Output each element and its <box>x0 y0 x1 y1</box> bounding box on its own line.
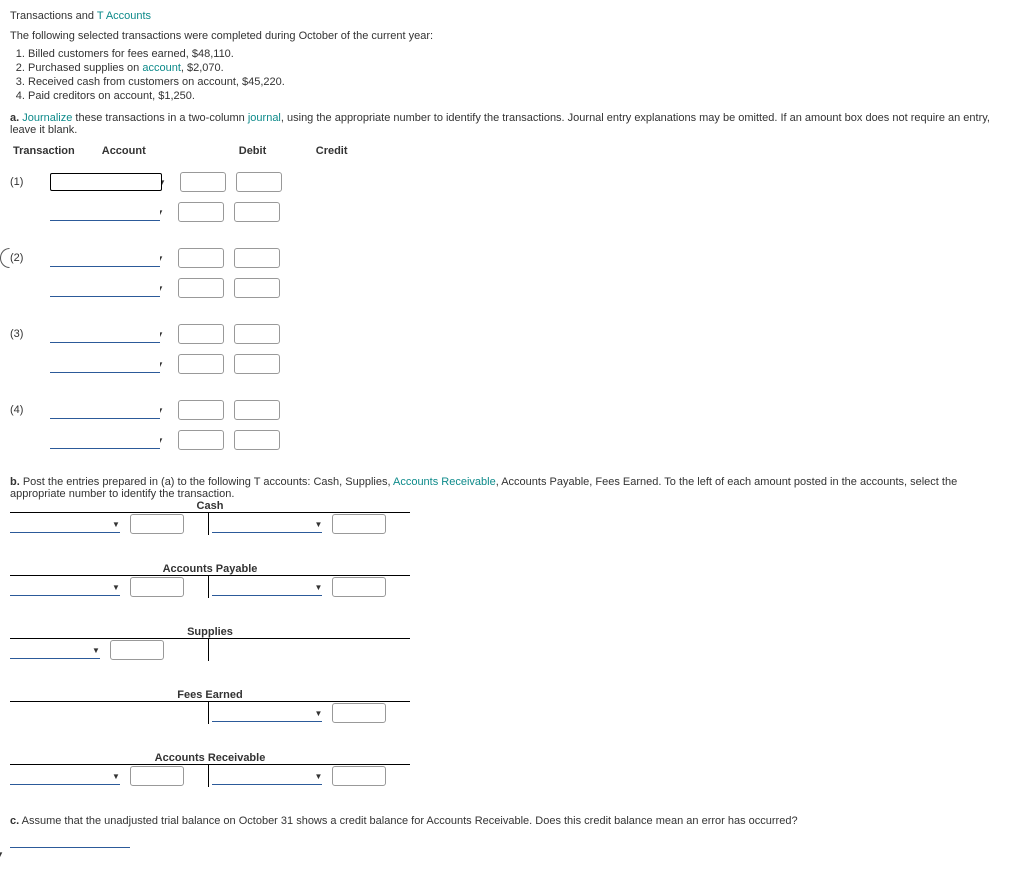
t-ref-select[interactable] <box>10 768 120 785</box>
t-title: Accounts Receivable <box>10 752 410 764</box>
a-mid: these transactions in a two-column <box>72 112 247 124</box>
t-account-ap: Accounts Payable ▼ ▼ <box>10 563 410 598</box>
tx-num: (4) <box>10 400 50 416</box>
c-prefix: c. <box>10 815 19 827</box>
th-transaction: Transaction <box>12 144 99 158</box>
t-amount-input[interactable] <box>110 640 164 660</box>
b-prefix: b. <box>10 476 20 488</box>
list-item: Purchased supplies on account, $2,070. <box>28 62 1014 74</box>
credit-input[interactable] <box>234 202 280 222</box>
credit-input[interactable] <box>236 172 282 192</box>
journal-entry-4: (4) ▼ ▼ <box>10 400 1014 450</box>
li-post: , $2,070. <box>181 62 224 74</box>
li-pre: Purchased supplies on <box>28 62 142 74</box>
section-c: c. Assume that the unadjusted trial bala… <box>10 815 1014 860</box>
th-debit: Debit <box>238 144 313 158</box>
t-amount-input[interactable] <box>332 514 386 534</box>
title-link[interactable]: T Accounts <box>97 10 151 22</box>
debit-input[interactable] <box>178 248 224 268</box>
b-text: Post the entries prepared in (a) to the … <box>20 476 393 488</box>
credit-input[interactable] <box>234 430 280 450</box>
c-text: Assume that the unadjusted trial balance… <box>19 815 797 827</box>
section-b: b. Post the entries prepared in (a) to t… <box>10 476 1014 787</box>
t-title: Supplies <box>10 626 410 638</box>
th-account: Account <box>101 144 236 158</box>
account-select[interactable] <box>50 204 160 221</box>
account-select[interactable] <box>50 432 160 449</box>
credit-input[interactable] <box>234 400 280 420</box>
t-amount-input[interactable] <box>332 577 386 597</box>
t-ref-select[interactable] <box>212 579 322 596</box>
list-item: Received cash from customers on account,… <box>28 76 1014 88</box>
debit-input[interactable] <box>178 430 224 450</box>
t-title: Cash <box>10 500 410 512</box>
debit-input[interactable] <box>178 324 224 344</box>
t-title: Accounts Payable <box>10 563 410 575</box>
section-a-prompt: a. Journalize these transactions in a tw… <box>10 112 1014 136</box>
t-account-ar: Accounts Receivable ▼ ▼ <box>10 752 410 787</box>
t-ref-select[interactable] <box>10 516 120 533</box>
a-prefix: a. <box>10 112 22 124</box>
t-amount-input[interactable] <box>332 766 386 786</box>
li-link[interactable]: account <box>142 62 181 74</box>
t-ref-select[interactable] <box>212 768 322 785</box>
tx-num: (1) <box>10 172 50 188</box>
credit-input[interactable] <box>234 354 280 374</box>
journal-entry-1: (1) ▼ ▼ <box>10 172 1014 222</box>
t-account-cash: Cash ▼ ▼ <box>10 500 410 535</box>
title-prefix: Transactions and <box>10 10 97 22</box>
section-c-prompt: c. Assume that the unadjusted trial bala… <box>10 815 1014 827</box>
account-select[interactable] <box>50 250 160 267</box>
journal-entry-3: (3) ▼ ▼ <box>10 324 1014 374</box>
t-amount-input[interactable] <box>130 514 184 534</box>
t-amount-input[interactable] <box>332 703 386 723</box>
th-credit: Credit <box>315 144 390 158</box>
transaction-list: Billed customers for fees earned, $48,11… <box>10 48 1014 102</box>
credit-input[interactable] <box>234 278 280 298</box>
t-account-fees: Fees Earned ▼ <box>10 689 410 724</box>
journal-header: Transaction Account Debit Credit <box>10 142 392 160</box>
chevron-down-icon: ▼ <box>0 850 4 859</box>
tx-num: (2) <box>10 248 50 264</box>
debit-input[interactable] <box>178 202 224 222</box>
section-a: a. Journalize these transactions in a tw… <box>10 112 1014 450</box>
list-item: Billed customers for fees earned, $48,11… <box>28 48 1014 60</box>
account-select[interactable] <box>50 173 162 191</box>
t-amount-input[interactable] <box>130 766 184 786</box>
journal-rows: (1) ▼ ▼ (2) ▼ <box>10 172 1014 450</box>
tx-num: (3) <box>10 324 50 340</box>
a-link1[interactable]: Journalize <box>22 112 72 124</box>
account-select[interactable] <box>50 280 160 297</box>
t-account-supplies: Supplies ▼ <box>10 626 410 661</box>
list-item: Paid creditors on account, $1,250. <box>28 90 1014 102</box>
credit-input[interactable] <box>234 248 280 268</box>
debit-input[interactable] <box>178 354 224 374</box>
debit-input[interactable] <box>178 400 224 420</box>
b-link[interactable]: Accounts Receivable <box>393 476 496 488</box>
t-ref-select[interactable] <box>212 516 322 533</box>
section-b-prompt: b. Post the entries prepared in (a) to t… <box>10 476 1014 500</box>
page-title: Transactions and T Accounts <box>10 10 1014 22</box>
journal-entry-2: (2) ▼ ▼ <box>10 248 1014 298</box>
account-select[interactable] <box>50 326 160 343</box>
t-ref-select[interactable] <box>10 579 120 596</box>
t-title: Fees Earned <box>10 689 410 701</box>
answer-select[interactable] <box>10 831 130 848</box>
debit-input[interactable] <box>180 172 226 192</box>
t-ref-select[interactable] <box>212 705 322 722</box>
intro-text: The following selected transactions were… <box>10 30 1014 42</box>
debit-input[interactable] <box>178 278 224 298</box>
a-link2[interactable]: journal <box>248 112 281 124</box>
t-ref-select[interactable] <box>10 642 100 659</box>
credit-input[interactable] <box>234 324 280 344</box>
account-select[interactable] <box>50 356 160 373</box>
t-amount-input[interactable] <box>130 577 184 597</box>
account-select[interactable] <box>50 402 160 419</box>
